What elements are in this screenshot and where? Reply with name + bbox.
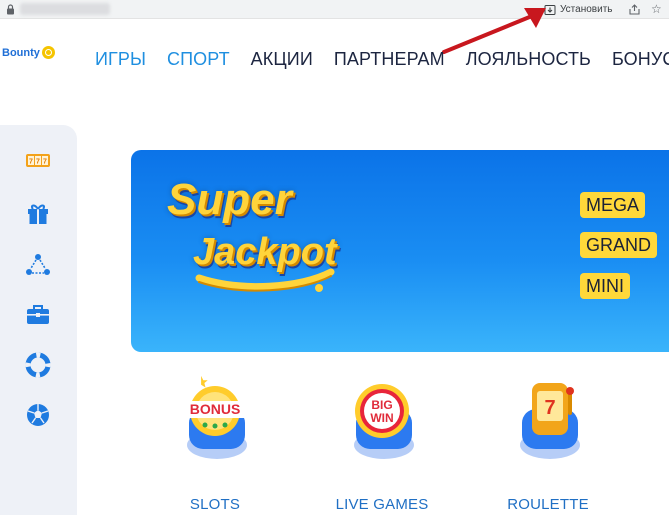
page: Установить ☆ Bounty ИГРЫ СПОРТ АКЦИИ ПАР… [0, 0, 669, 515]
nav-item-partners[interactable]: ПАРТНЕРАМ [334, 49, 445, 70]
sidebar-item-slots[interactable]: 7 7 7 [24, 146, 52, 174]
sidebar-item-sport[interactable] [24, 401, 52, 429]
install-button[interactable]: Установить [544, 1, 613, 18]
banner-title-line1: Super [167, 175, 292, 224]
install-label: Установить [560, 4, 613, 15]
sidebar-item-support[interactable] [24, 351, 52, 379]
svg-text:7: 7 [29, 159, 33, 166]
big-win-badge-icon: BIG WIN [354, 384, 414, 459]
sidebar: 7 7 7 [0, 125, 77, 515]
star-icon[interactable]: ☆ [651, 2, 662, 16]
nav-item-bonuses[interactable]: БОНУСЫ [612, 49, 669, 70]
tier-grand: GRAND [580, 232, 658, 258]
main-nav: ИГРЫ СПОРТ АКЦИИ ПАРТНЕРАМ ЛОЯЛЬНОСТЬ БО… [95, 49, 669, 70]
slots-icon: 7 7 7 [26, 154, 50, 167]
bonus-badge-icon: BONUS [179, 375, 251, 459]
tile-label-live-games: LIVE GAMES [335, 496, 429, 513]
tier-mega: MEGA [580, 192, 646, 218]
big-win-line1: BIG [371, 398, 392, 412]
lifebuoy-icon [25, 352, 51, 378]
tile-live-games[interactable]: BIG WIN LIVE GAMES [322, 375, 442, 515]
jackpot-banner[interactable]: Super Jackpot MEGA GRAND MINI [131, 150, 669, 352]
nav-item-loyalty[interactable]: ЛОЯЛЬНОСТЬ [466, 49, 591, 70]
nav-item-games[interactable]: ИГРЫ [95, 49, 146, 70]
lock-icon[interactable] [6, 4, 15, 15]
share-icon[interactable] [628, 3, 641, 16]
logo-ball-icon [41, 46, 55, 59]
site-logo[interactable]: Bounty [2, 46, 55, 59]
big-win-line2: WIN [370, 411, 393, 425]
nav-item-promotions[interactable]: АКЦИИ [251, 49, 313, 70]
football-icon [27, 404, 49, 426]
tile-label-roulette: ROULETTE [507, 496, 589, 513]
tile-slots[interactable]: BONUS SLOTS [155, 375, 275, 515]
sidebar-item-briefcase[interactable] [24, 300, 52, 328]
banner-swoosh [195, 268, 335, 292]
nav-item-sport[interactable]: СПОРТ [167, 49, 230, 70]
svg-text:7: 7 [43, 159, 47, 166]
logo-text: Bounty [2, 46, 40, 59]
url-blurred[interactable] [20, 3, 110, 15]
install-icon [544, 4, 556, 15]
network-icon [26, 254, 50, 275]
sidebar-item-network[interactable] [24, 251, 52, 279]
bonus-badge-text: BONUS [190, 401, 241, 417]
tile-roulette[interactable]: 7 ROULETTE [488, 375, 608, 515]
banner-title: Super Jackpot [167, 175, 367, 315]
browser-address-bar: Установить ☆ [0, 0, 669, 19]
briefcase-icon [27, 305, 49, 324]
tier-mini: MINI [580, 273, 630, 299]
tile-label-slots: SLOTS [189, 496, 241, 513]
slot-machine-icon: 7 [520, 383, 580, 459]
gift-icon [28, 204, 48, 224]
sidebar-item-gifts[interactable] [24, 199, 52, 227]
svg-text:7: 7 [36, 159, 40, 166]
slot-seven-text: 7 [544, 397, 555, 419]
